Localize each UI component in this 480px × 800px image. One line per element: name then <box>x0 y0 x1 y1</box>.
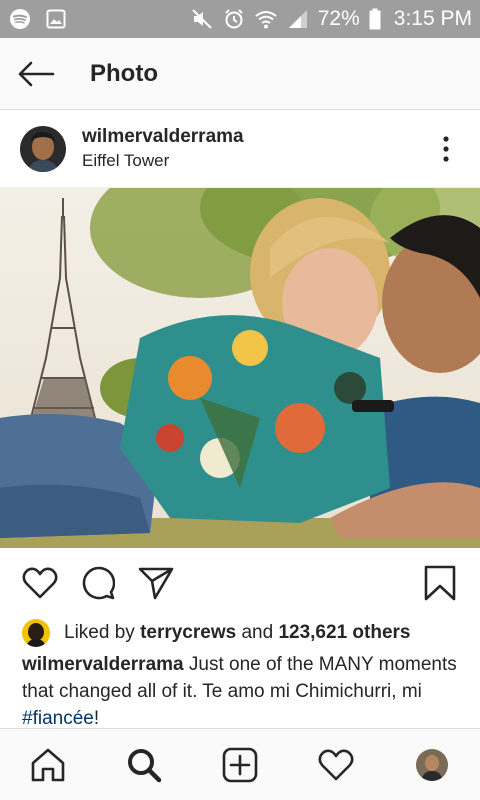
arrow-left-icon <box>18 61 55 86</box>
nav-activity[interactable] <box>308 737 364 793</box>
search-icon <box>128 748 162 782</box>
post-caption: wilmervalderrama Just one of the MANY mo… <box>22 651 462 732</box>
post-photo[interactable] <box>0 188 480 548</box>
heart-icon <box>22 567 58 599</box>
caption-suffix: ! <box>93 708 100 729</box>
likes-summary[interactable]: Liked by terrycrews and 123,621 others <box>22 618 410 648</box>
nav-home[interactable] <box>20 737 76 793</box>
likes-prefix: Liked by <box>64 622 135 643</box>
battery-percent: 72% <box>317 7 360 30</box>
liker-username[interactable]: terrycrews <box>140 622 236 644</box>
post-header: wilmervalderrama Eiffel Tower <box>0 110 480 188</box>
nav-profile[interactable] <box>404 737 460 793</box>
battery-icon <box>368 7 382 31</box>
comment-icon <box>82 566 115 600</box>
liker-avatar <box>22 619 50 647</box>
more-options-button[interactable] <box>418 121 474 177</box>
post-actions <box>0 556 480 610</box>
status-bar: 72% 3:15 PM <box>0 0 480 38</box>
likes-joiner: and <box>241 622 274 643</box>
page-title: Photo <box>90 59 158 87</box>
add-post-icon <box>222 747 258 782</box>
alarm-icon <box>222 7 246 31</box>
clock: 3:15 PM <box>393 7 472 30</box>
post-username[interactable]: wilmervalderrama <box>82 126 244 148</box>
wifi-icon <box>254 7 278 31</box>
caption-username[interactable]: wilmervalderrama <box>22 654 184 675</box>
post-location[interactable]: Eiffel Tower <box>82 151 244 171</box>
more-vertical-icon <box>443 135 449 162</box>
caption-hashtag[interactable]: #fiancée <box>22 708 94 729</box>
user-avatar[interactable] <box>20 125 66 172</box>
share-icon <box>138 567 174 600</box>
mute-icon <box>190 7 214 31</box>
activity-heart-icon <box>318 749 354 780</box>
share-button[interactable] <box>136 563 176 603</box>
top-app-bar: Photo <box>0 38 480 110</box>
nav-search[interactable] <box>116 737 172 793</box>
save-button[interactable] <box>420 563 460 603</box>
profile-avatar <box>416 748 448 781</box>
comment-button[interactable] <box>78 563 118 603</box>
home-icon <box>31 748 65 781</box>
likes-others[interactable]: 123,621 others <box>278 622 410 644</box>
nav-add-post[interactable] <box>212 737 268 793</box>
back-button[interactable] <box>0 38 72 110</box>
bottom-nav <box>0 728 480 800</box>
spotify-icon <box>8 7 32 31</box>
gallery-icon <box>44 7 68 31</box>
signal-icon <box>286 7 310 31</box>
bookmark-icon <box>424 565 456 601</box>
like-button[interactable] <box>20 563 60 603</box>
